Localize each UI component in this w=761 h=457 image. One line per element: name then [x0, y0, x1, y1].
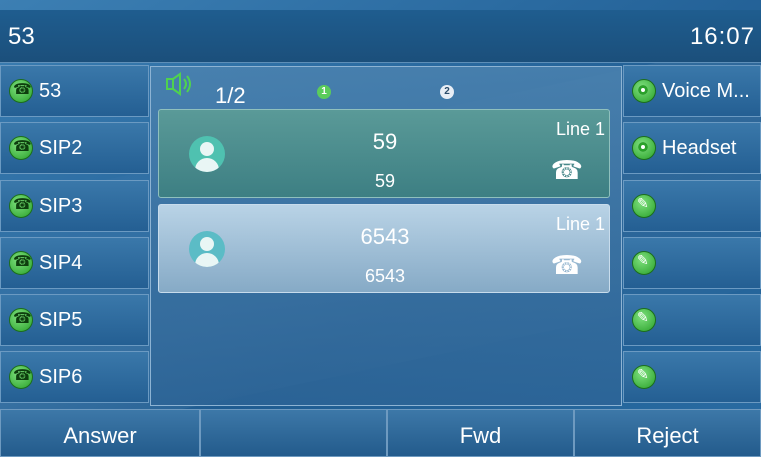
line-key-label: SIP3 — [39, 195, 83, 217]
empty-softkey[interactable] — [200, 409, 387, 457]
line-key-3[interactable]: SIP3 — [0, 180, 149, 232]
phone-icon — [9, 308, 33, 332]
phone-screen: 53 16:07 53 SIP2 SIP3 SIP4 SIP5 SIP6 Voi… — [0, 0, 761, 457]
pencil-icon — [632, 365, 656, 389]
speaker-icon — [166, 72, 191, 96]
title-bar: 53 16:07 — [0, 10, 761, 63]
call-card-1[interactable]: 59 59 Line 1 ☎ — [158, 109, 610, 198]
line-key-label: SIP2 — [39, 137, 83, 159]
radio-icon — [632, 136, 656, 160]
phone-icon — [9, 365, 33, 389]
phone-icon — [9, 194, 33, 218]
call-indicator-1: 1 — [317, 85, 331, 99]
pencil-icon — [632, 308, 656, 332]
caller-name: 6543 — [360, 224, 410, 249]
line-key-empty-6[interactable] — [623, 351, 761, 403]
pencil-icon — [632, 251, 656, 275]
line-key-5[interactable]: SIP5 — [0, 294, 149, 346]
phone-icon — [9, 79, 33, 103]
call-counter: 1/2 — [215, 83, 246, 108]
line-key-empty-5[interactable] — [623, 294, 761, 346]
line-key-label: SIP4 — [39, 252, 83, 274]
line-key-label: 53 — [39, 80, 62, 102]
reject-softkey[interactable]: Reject — [574, 409, 761, 457]
pencil-icon — [632, 194, 656, 218]
line-key-2[interactable]: SIP2 — [0, 122, 149, 174]
line-key-6[interactable]: SIP6 — [0, 351, 149, 403]
line-key-label: Voice M... — [662, 80, 750, 102]
phone-icon — [9, 136, 33, 160]
line-key-1[interactable]: 53 — [0, 65, 149, 117]
line-key-empty-3[interactable] — [623, 180, 761, 232]
clock: 16:07 — [689, 23, 755, 50]
avatar-body-icon — [195, 158, 219, 172]
line-key-empty-4[interactable] — [623, 237, 761, 289]
line-key-headset[interactable]: Headset — [623, 122, 761, 174]
line-label: Line 1 — [555, 119, 605, 139]
avatar-body-icon — [195, 253, 219, 267]
answer-softkey[interactable]: Answer — [0, 409, 200, 457]
ringing-phone-icon: ☎ — [550, 250, 583, 280]
line-label: Line 1 — [555, 214, 605, 234]
line-key-4[interactable]: SIP4 — [0, 237, 149, 289]
softkey-bar: Answer Fwd Reject — [0, 409, 761, 457]
caller-number: 59 — [374, 171, 396, 191]
radio-icon — [632, 79, 656, 103]
caller-number: 6543 — [364, 266, 406, 286]
line-key-label: SIP6 — [39, 366, 83, 388]
line-key-voicemail[interactable]: Voice M... — [623, 65, 761, 117]
fwd-softkey[interactable]: Fwd — [387, 409, 574, 457]
ringing-phone-icon: ☎ — [550, 155, 583, 185]
call-card-2[interactable]: 6543 6543 Line 1 ☎ — [158, 204, 610, 293]
line-key-label: SIP5 — [39, 309, 83, 331]
account-label: 53 — [8, 23, 35, 50]
caller-name: 59 — [372, 129, 398, 154]
call-indicator-2: 2 — [440, 85, 454, 99]
phone-icon — [9, 251, 33, 275]
line-key-label: Headset — [662, 137, 737, 159]
